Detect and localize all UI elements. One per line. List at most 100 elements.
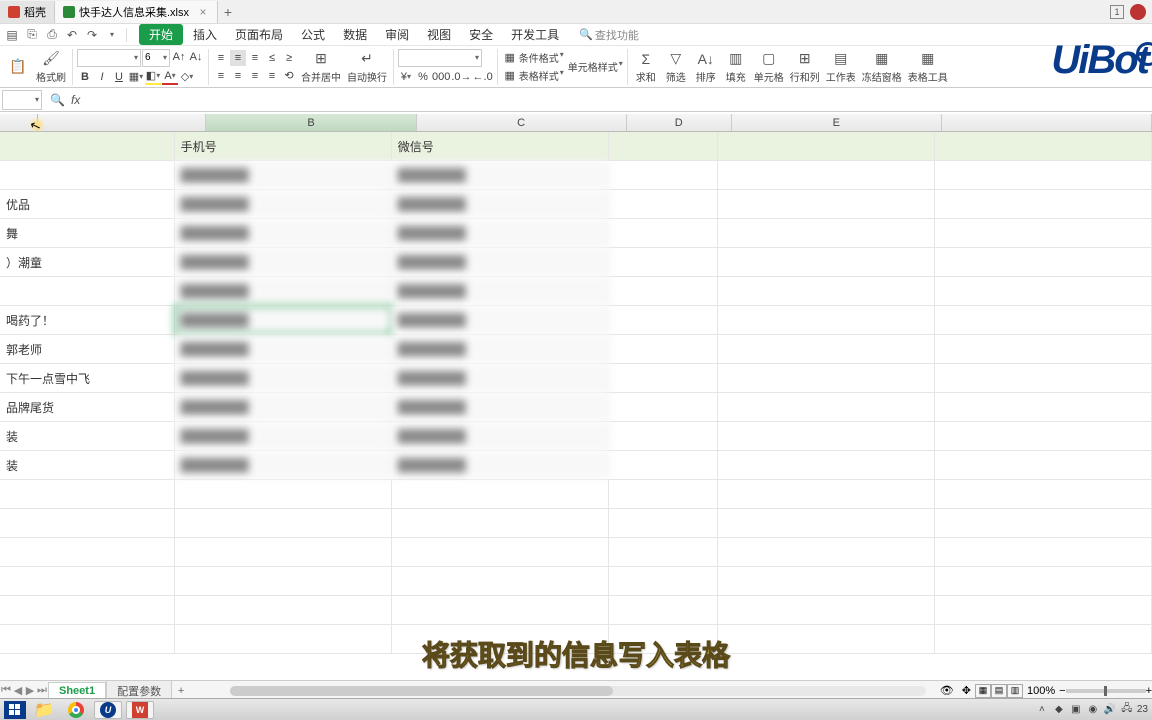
cell[interactable] bbox=[935, 451, 1152, 479]
cell[interactable] bbox=[392, 538, 609, 566]
cell[interactable] bbox=[718, 190, 935, 218]
cell[interactable]: 下午一点雪中飞 bbox=[0, 364, 175, 392]
cell[interactable] bbox=[609, 248, 718, 276]
cell[interactable]: ████████ bbox=[392, 306, 609, 334]
cell[interactable] bbox=[935, 393, 1152, 421]
cell[interactable] bbox=[718, 364, 935, 392]
sort-icon[interactable]: A↓ bbox=[694, 50, 718, 68]
cell[interactable] bbox=[175, 596, 392, 624]
cell[interactable]: 装 bbox=[0, 422, 175, 450]
merge-icon[interactable]: ⊞ bbox=[309, 50, 333, 68]
cell[interactable] bbox=[609, 567, 718, 595]
italic-button[interactable]: I bbox=[94, 69, 110, 85]
zoom-icon[interactable]: 🔍 bbox=[50, 93, 65, 107]
cell[interactable]: ████████ bbox=[175, 248, 392, 276]
wps-taskbar-icon[interactable]: W bbox=[126, 701, 154, 719]
menu-formula[interactable]: 公式 bbox=[293, 24, 333, 45]
cell[interactable] bbox=[609, 335, 718, 363]
col-header-a[interactable] bbox=[38, 114, 207, 131]
spreadsheet-grid[interactable]: ↖ B C D E 手机号微信号████████████████优品██████… bbox=[0, 114, 1152, 680]
cell[interactable] bbox=[609, 538, 718, 566]
menu-view[interactable]: 视图 bbox=[419, 24, 459, 45]
view-break-icon[interactable]: ▥ bbox=[1007, 684, 1023, 698]
font-selector[interactable]: ▾ bbox=[77, 49, 141, 67]
tab-xlsx[interactable]: 快手达人信息采集.xlsx × bbox=[55, 1, 218, 23]
cell[interactable] bbox=[0, 567, 175, 595]
cell[interactable] bbox=[609, 132, 718, 160]
cell[interactable]: ████████ bbox=[392, 335, 609, 363]
cell[interactable] bbox=[609, 422, 718, 450]
open-icon[interactable]: ⎘ bbox=[24, 27, 40, 43]
cell[interactable]: 手机号 bbox=[175, 132, 392, 160]
more-icon[interactable]: ▾ bbox=[104, 27, 120, 43]
redo-icon[interactable]: ↷ bbox=[84, 27, 100, 43]
cell[interactable] bbox=[609, 190, 718, 218]
sheet-nav-prev[interactable]: ◀ bbox=[12, 684, 24, 697]
cell[interactable] bbox=[609, 509, 718, 537]
cell[interactable]: ████████ bbox=[175, 190, 392, 218]
align-left-icon[interactable]: ≡ bbox=[213, 68, 229, 84]
number-format-selector[interactable]: ▾ bbox=[398, 49, 482, 67]
cell[interactable] bbox=[718, 480, 935, 508]
cell[interactable] bbox=[609, 219, 718, 247]
indent-inc-icon[interactable]: ≥ bbox=[281, 50, 297, 66]
tray-volume-icon[interactable]: 🔊 bbox=[1103, 703, 1117, 717]
align-center-icon[interactable]: ≡ bbox=[230, 68, 246, 84]
cell[interactable] bbox=[718, 567, 935, 595]
cell[interactable]: ████████ bbox=[175, 451, 392, 479]
print-icon[interactable]: ⎙ bbox=[44, 27, 60, 43]
cell[interactable] bbox=[0, 277, 175, 305]
clock[interactable]: 23 bbox=[1137, 704, 1148, 715]
cell[interactable] bbox=[935, 364, 1152, 392]
cell[interactable] bbox=[609, 480, 718, 508]
cell-style-icon[interactable]: ▦ bbox=[502, 68, 518, 84]
cell[interactable]: ████████ bbox=[175, 422, 392, 450]
formula-input[interactable] bbox=[86, 91, 1146, 109]
cell[interactable]: ████████ bbox=[175, 364, 392, 392]
cell[interactable]: ████████ bbox=[175, 161, 392, 189]
cell[interactable] bbox=[935, 248, 1152, 276]
fx-icon[interactable]: fx bbox=[71, 93, 80, 107]
close-icon[interactable]: × bbox=[197, 6, 209, 18]
view-page-icon[interactable]: ▤ bbox=[991, 684, 1007, 698]
menu-review[interactable]: 审阅 bbox=[377, 24, 417, 45]
cell[interactable] bbox=[718, 306, 935, 334]
cell[interactable] bbox=[609, 364, 718, 392]
cell[interactable] bbox=[718, 393, 935, 421]
cell[interactable] bbox=[392, 596, 609, 624]
cell[interactable] bbox=[718, 132, 935, 160]
paste-icon[interactable]: 📋 bbox=[6, 58, 30, 76]
percent-icon[interactable]: % bbox=[415, 69, 431, 85]
cell[interactable] bbox=[175, 625, 392, 653]
zoom-in-button[interactable]: + bbox=[1146, 685, 1152, 697]
freeze-icon[interactable]: ▦ bbox=[870, 50, 894, 68]
cell[interactable]: ████████ bbox=[392, 393, 609, 421]
align-mid-icon[interactable]: ≡ bbox=[230, 50, 246, 66]
col-header-e[interactable]: E bbox=[732, 114, 942, 131]
cell[interactable] bbox=[935, 190, 1152, 218]
uibot-taskbar-icon[interactable]: U bbox=[94, 701, 122, 719]
bold-button[interactable]: B bbox=[77, 69, 93, 85]
cell[interactable]: ████████ bbox=[392, 161, 609, 189]
tab-daoke[interactable]: 稻壳 bbox=[0, 1, 55, 23]
cell[interactable]: 舞 bbox=[0, 219, 175, 247]
format-painter-icon[interactable]: 🖌 bbox=[39, 50, 63, 68]
cell-icon[interactable]: ▢ bbox=[757, 50, 781, 68]
fill-icon[interactable]: ▥ bbox=[724, 50, 748, 68]
decrease-font-icon[interactable]: A↓ bbox=[188, 49, 204, 65]
filter-icon[interactable]: ▽ bbox=[664, 50, 688, 68]
cell[interactable]: ████████ bbox=[175, 219, 392, 247]
zoom-value[interactable]: 100% bbox=[1027, 685, 1055, 697]
cell[interactable] bbox=[935, 509, 1152, 537]
menu-dev[interactable]: 开发工具 bbox=[503, 24, 567, 45]
cell[interactable] bbox=[718, 161, 935, 189]
align-bottom-icon[interactable]: ≡ bbox=[247, 50, 263, 66]
cell[interactable]: 郭老师 bbox=[0, 335, 175, 363]
cell[interactable] bbox=[0, 509, 175, 537]
menu-start[interactable]: 开始 bbox=[139, 24, 183, 45]
tray-app1-icon[interactable]: ◆ bbox=[1052, 703, 1066, 717]
cell[interactable] bbox=[718, 422, 935, 450]
cell[interactable] bbox=[718, 538, 935, 566]
clear-format-button[interactable]: ◇▾ bbox=[179, 69, 195, 85]
wrap-icon[interactable]: ↵ bbox=[355, 50, 379, 68]
